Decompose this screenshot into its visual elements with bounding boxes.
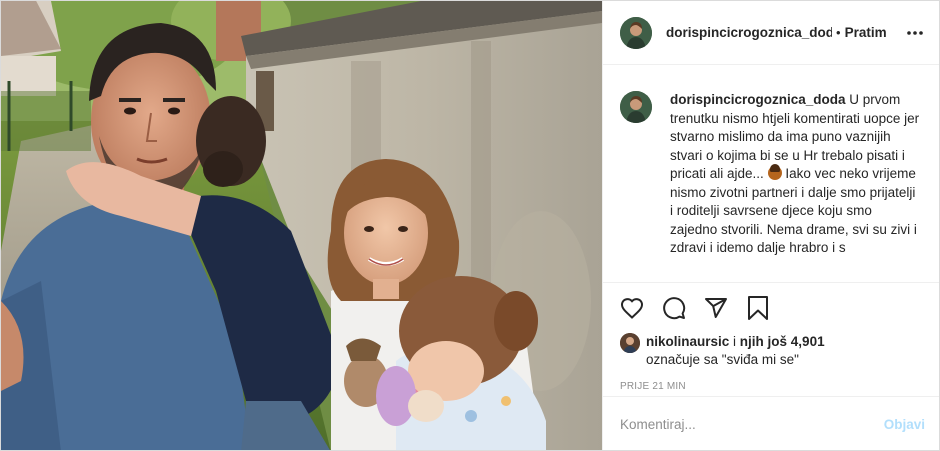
likes-connector: i [729,334,740,349]
post-side-panel: dorispincicrogoznica_doda • Pratim doris… [602,1,939,450]
likes-summary: nikolinaursic i njih još 4,901 označuje … [603,333,939,381]
post-photo[interactable] [1,1,602,450]
action-bar [603,283,939,333]
avatar-image [620,16,652,49]
caption-author-avatar[interactable] [620,91,652,123]
heart-icon [620,298,644,319]
more-options-icon[interactable] [905,23,925,43]
share-button[interactable] [703,295,729,321]
liker-avatar[interactable] [620,333,640,353]
save-button[interactable] [745,295,771,321]
author-username[interactable]: dorispincicrogoznica_doda [666,25,832,40]
caption-username[interactable]: dorispincicrogoznica_doda [670,92,846,107]
liker-username[interactable]: nikolinaursic [646,334,729,349]
header-separator: • [836,25,841,40]
bookmark-icon [748,296,768,320]
post-comment-button[interactable]: Objavi [884,417,925,432]
share-icon [705,298,727,318]
likes-count-link[interactable]: njih još 4,901 [740,334,825,349]
post-header: dorispincicrogoznica_doda • Pratim [603,1,939,65]
comment-icon [663,297,686,320]
comment-button[interactable] [661,295,687,321]
family-selfie-photo [1,1,602,450]
avatar-image [620,91,652,123]
comment-form: Objavi [603,396,939,450]
avatar-image [620,333,640,353]
like-button[interactable] [619,295,645,321]
likes-text: nikolinaursic i njih još 4,901 označuje … [646,333,825,369]
author-avatar[interactable] [620,16,652,49]
woman-shrugging-emoji [767,164,782,180]
likes-line2: označuje sa "sviđa mi se" [646,352,799,367]
following-button[interactable]: Pratim [845,25,887,40]
caption-text: dorispincicrogoznica_doda U prvom trenut… [670,91,920,282]
ellipsis-icon [907,30,923,35]
instagram-post: dorispincicrogoznica_doda • Pratim doris… [0,0,940,451]
caption-section: dorispincicrogoznica_doda U prvom trenut… [603,65,939,283]
comment-input[interactable] [620,417,884,432]
